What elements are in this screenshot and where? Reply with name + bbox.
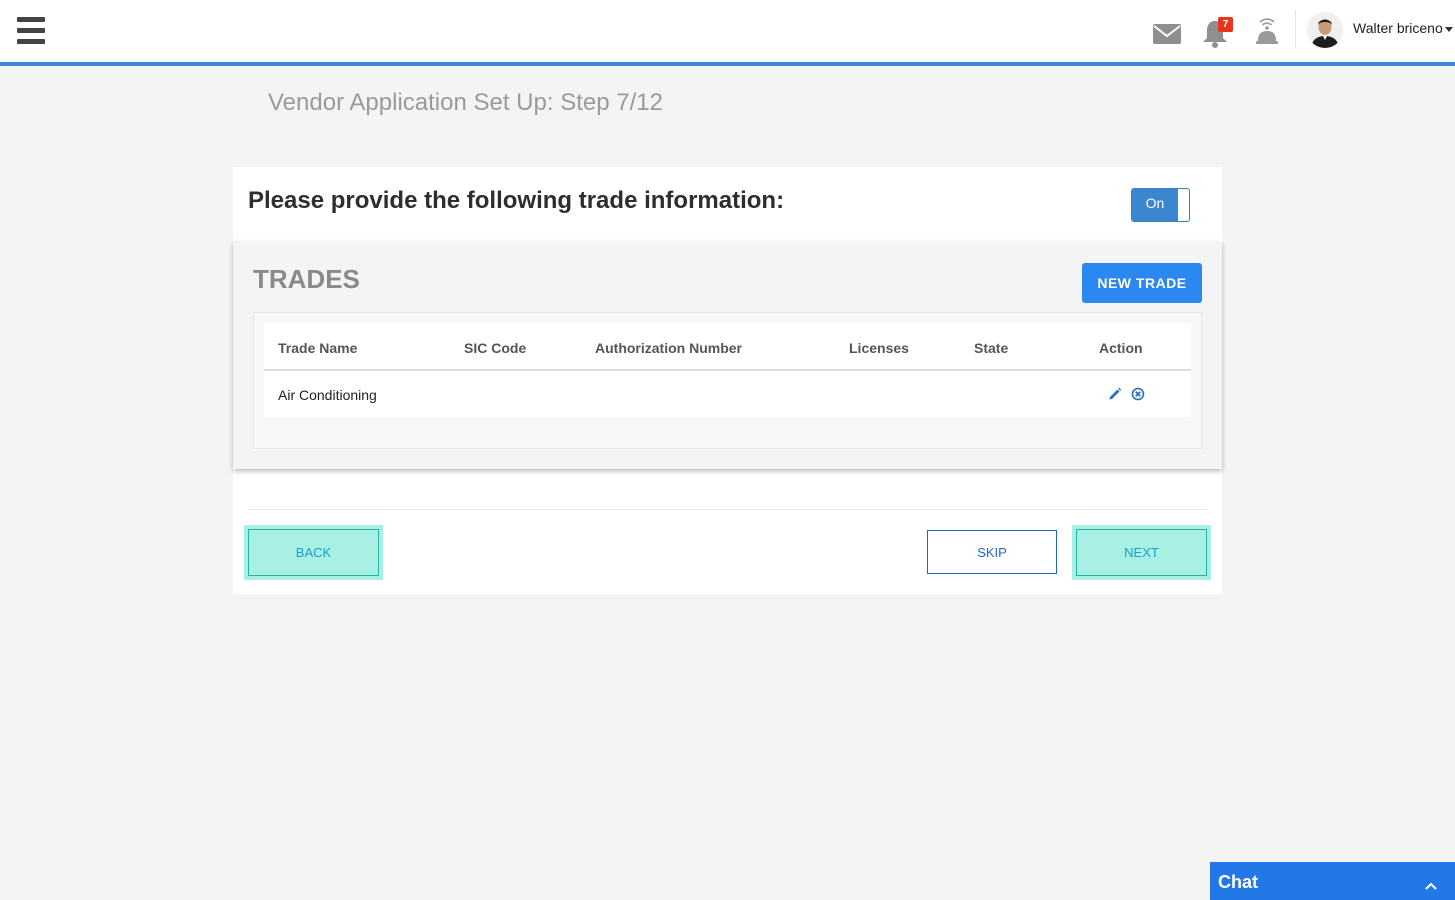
chat-label: Chat [1218,872,1258,892]
back-button-highlight: BACK [244,525,383,580]
trades-panel: TRADES NEW TRADE Trade Name SIC Code Aut… [233,242,1222,469]
column-header-trade-name[interactable]: Trade Name [278,340,357,356]
header-divider [1295,10,1296,48]
divider [248,509,1207,510]
trades-table: Trade Name SIC Code Authorization Number… [264,323,1191,417]
menu-icon[interactable] [17,17,45,45]
table-header: Trade Name SIC Code Authorization Number… [264,323,1191,371]
card-heading: Please provide the following trade infor… [248,187,785,214]
new-trade-button[interactable]: NEW TRADE [1082,263,1202,303]
next-button[interactable]: NEXT [1076,529,1207,576]
next-button-highlight: NEXT [1072,525,1211,580]
column-header-authorization-number[interactable]: Authorization Number [595,340,742,356]
table-row: Air Conditioning [264,371,1191,417]
chat-bar[interactable]: Chat [1210,862,1455,900]
user-name: Walter briceno [1353,20,1443,36]
mail-icon[interactable] [1152,22,1182,51]
signal-bell-icon[interactable] [1252,14,1282,51]
user-menu[interactable]: Walter briceno [1353,20,1453,36]
delete-circle-x-icon[interactable] [1131,387,1145,406]
edit-pencil-icon[interactable] [1108,387,1122,406]
toggle-label: On [1132,189,1178,221]
column-header-sic-code[interactable]: SIC Code [464,340,526,356]
trades-table-container: Trade Name SIC Code Authorization Number… [253,312,1202,449]
cell-trade-name: Air Conditioning [278,387,377,403]
trade-info-card: Please provide the following trade infor… [233,167,1222,594]
chevron-up-icon[interactable] [1424,878,1438,896]
trades-title: TRADES [253,264,360,294]
avatar[interactable] [1307,12,1343,48]
page-title: Vendor Application Set Up: Step 7/12 [268,89,663,116]
on-off-toggle[interactable]: On [1131,188,1190,222]
column-header-licenses[interactable]: Licenses [849,340,909,356]
column-header-state[interactable]: State [974,340,1008,356]
caret-down-icon [1444,26,1453,32]
back-button[interactable]: BACK [248,529,379,576]
top-bar: 7 Walter briceno [0,0,1455,66]
notification-badge: 7 [1218,17,1233,32]
skip-button[interactable]: SKIP [927,530,1057,574]
column-header-action: Action [1099,340,1143,356]
